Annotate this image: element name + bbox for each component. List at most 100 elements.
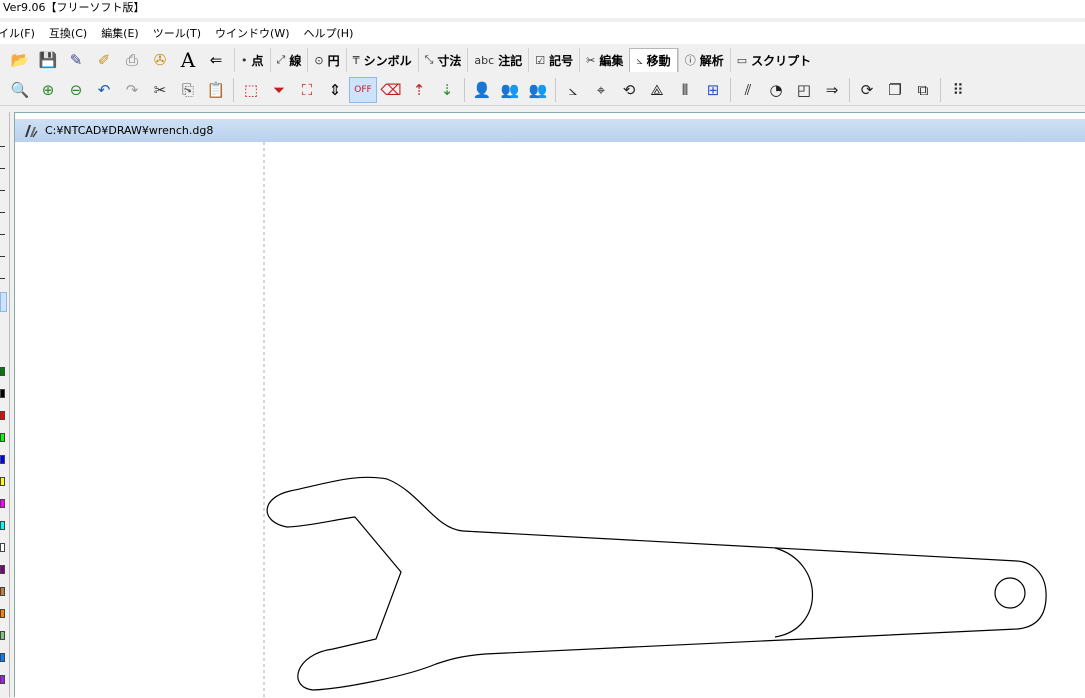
- tab-move[interactable]: ⦣ 移動: [629, 48, 678, 72]
- mirror-icon[interactable]: ⫴: [671, 77, 699, 103]
- color-swatch[interactable]: [0, 631, 5, 640]
- offset-icon[interactable]: ⫽: [734, 77, 762, 103]
- grid-icon[interactable]: ⠿: [944, 77, 972, 103]
- point-icon: •: [241, 53, 248, 67]
- color-swatch[interactable]: [0, 455, 5, 464]
- open-folder-icon[interactable]: 📂: [6, 47, 34, 73]
- color-swatch[interactable]: [0, 411, 5, 420]
- tab-circle[interactable]: ⊙ 円: [307, 48, 345, 72]
- edit-icon: ✂: [586, 53, 596, 67]
- color-swatch[interactable]: [0, 499, 5, 508]
- tab-mark[interactable]: ☑ 記号: [528, 48, 579, 72]
- gap-icon[interactable]: ⇕: [321, 77, 349, 103]
- tab-dimension[interactable]: ⤡ 寸法: [417, 48, 468, 72]
- layer-up-icon[interactable]: ⇡: [405, 77, 433, 103]
- wrench-outline: [266, 476, 1047, 691]
- select-window-icon[interactable]: ⬚: [237, 77, 265, 103]
- color-swatch[interactable]: [0, 609, 5, 618]
- user-remove-icon[interactable]: 👥: [524, 77, 552, 103]
- copy-move-icon[interactable]: ⧉: [909, 77, 937, 103]
- wrench-hole: [994, 577, 1026, 609]
- color-swatch[interactable]: [0, 543, 5, 552]
- copy-icon[interactable]: ⎘: [174, 77, 202, 103]
- properties-icon[interactable]: ✐: [90, 47, 118, 73]
- palette-selected[interactable]: [0, 292, 7, 312]
- color-swatch[interactable]: [0, 565, 5, 574]
- select-chain-icon[interactable]: ⛶: [293, 77, 321, 103]
- redo-icon[interactable]: ↷: [118, 77, 146, 103]
- copy-multiple-icon[interactable]: ❐: [881, 77, 909, 103]
- copy-rotate-icon[interactable]: ⟳: [853, 77, 881, 103]
- palette-tick: [0, 168, 5, 169]
- cad-document-icon: [25, 124, 38, 137]
- print-icon[interactable]: ⎙: [118, 47, 146, 73]
- fillet-icon[interactable]: ◔: [762, 77, 790, 103]
- zoom-window-icon[interactable]: 🔍: [6, 77, 34, 103]
- tab-point[interactable]: • 点: [234, 48, 270, 72]
- wrench-drawing: [266, 476, 1047, 691]
- color-swatch[interactable]: [0, 477, 5, 486]
- color-swatch[interactable]: [0, 653, 5, 662]
- menu-tools[interactable]: ツール(T): [146, 25, 208, 41]
- color-swatch[interactable]: [0, 367, 5, 376]
- save-as-icon[interactable]: ✎: [62, 47, 90, 73]
- document-window: C:¥NTCAD¥DRAW¥wrench.dg8: [14, 112, 1085, 698]
- text-icon[interactable]: A: [174, 47, 202, 73]
- menu-compat[interactable]: 互換(C): [42, 25, 94, 41]
- save-icon[interactable]: 💾: [34, 47, 62, 73]
- app-title-bar: Ver9.06【フリーソフト版】: [0, 0, 1085, 18]
- back-arrow-icon[interactable]: ⇐: [202, 47, 230, 73]
- layer-down-icon[interactable]: ⇣: [433, 77, 461, 103]
- settings-icon[interactable]: ✇: [146, 47, 174, 73]
- user-icon[interactable]: 👤: [468, 77, 496, 103]
- undo-icon[interactable]: ↶: [90, 77, 118, 103]
- chamfer-icon[interactable]: ◰: [790, 77, 818, 103]
- drawing-svg: [263, 142, 1047, 698]
- menu-file[interactable]: イル(F): [0, 25, 42, 41]
- user-add-icon[interactable]: 👥: [496, 77, 524, 103]
- color-swatch[interactable]: [0, 675, 5, 684]
- script-icon: ▭: [736, 53, 748, 67]
- menu-bar: イル(F) 互換(C) 編集(E) ツール(T) ウインドウ(W) ヘルプ(H): [0, 22, 1085, 44]
- move-icon[interactable]: ⦣: [559, 77, 587, 103]
- zoom-out-icon[interactable]: ⊖: [62, 77, 90, 103]
- menu-help[interactable]: ヘルプ(H): [297, 25, 361, 41]
- tab-edit[interactable]: ✂ 編集: [579, 48, 629, 72]
- tab-symbol[interactable]: ₸ シンボル: [345, 48, 418, 72]
- menu-edit[interactable]: 編集(E): [94, 25, 146, 41]
- menu-window[interactable]: ウインドウ(W): [208, 25, 296, 41]
- palette-tick: [0, 234, 5, 235]
- scale-icon[interactable]: ⟁: [643, 77, 671, 103]
- move-icon: ⦣: [636, 53, 643, 67]
- color-swatch[interactable]: [0, 433, 5, 442]
- rotate-icon[interactable]: ⟲: [615, 77, 643, 103]
- document-path: C:¥NTCAD¥DRAW¥wrench.dg8: [45, 124, 214, 137]
- eraser-icon[interactable]: ⌫: [377, 77, 405, 103]
- cut-icon[interactable]: ✂: [146, 77, 174, 103]
- tab-line[interactable]: ⤢ 線: [269, 48, 308, 72]
- mode-tabs: • 点 ⤢ 線 ⊙ 円 ₸ シンボル ⤡ 寸法 abc 注記 ☑ 記号 ✂ 編集 ⦣ 移動 ⓘ 解析…: [234, 47, 817, 73]
- stretch-icon[interactable]: ⇒: [818, 77, 846, 103]
- snap-off-icon[interactable]: OFF: [349, 76, 377, 103]
- paste-icon[interactable]: 📋: [202, 77, 230, 103]
- dimension-icon: ⤡: [424, 53, 434, 66]
- line-icon: ⤢: [276, 53, 286, 66]
- wrench-inner-arc: [774, 547, 814, 638]
- palette-tick: [0, 256, 5, 257]
- main-toolbar: 📂 💾 ✎ ✐ ⎙ ✇ A ⇐ • 点 ⤢ 線 ⊙ 円 ₸ シンボル ⤡ 寸法 abc 注記…: [0, 46, 1085, 74]
- zoom-in-icon[interactable]: ⊕: [34, 77, 62, 103]
- color-swatch[interactable]: [0, 587, 5, 596]
- tab-annotation[interactable]: abc 注記: [467, 48, 528, 72]
- move-point-icon[interactable]: ⌖: [587, 77, 615, 103]
- filter-icon[interactable]: ⏷: [265, 77, 293, 103]
- color-swatch[interactable]: [0, 521, 5, 530]
- left-palette: [0, 112, 10, 697]
- drawing-canvas[interactable]: [15, 142, 1085, 698]
- tab-script[interactable]: ▭ スクリプト: [729, 48, 817, 72]
- array-icon[interactable]: ⊞: [699, 77, 727, 103]
- color-swatch[interactable]: [0, 389, 5, 398]
- palette-tick: [0, 212, 5, 213]
- separator: [940, 77, 941, 102]
- move-toolbar: 🔍 ⊕ ⊖ ↶ ↷ ✂ ⎘ 📋 ⬚ ⏷ ⛶ ⇕ OFF ⌫ ⇡ ⇣ 👤 👥 👥 …: [0, 74, 1085, 106]
- tab-analysis[interactable]: ⓘ 解析: [677, 48, 730, 72]
